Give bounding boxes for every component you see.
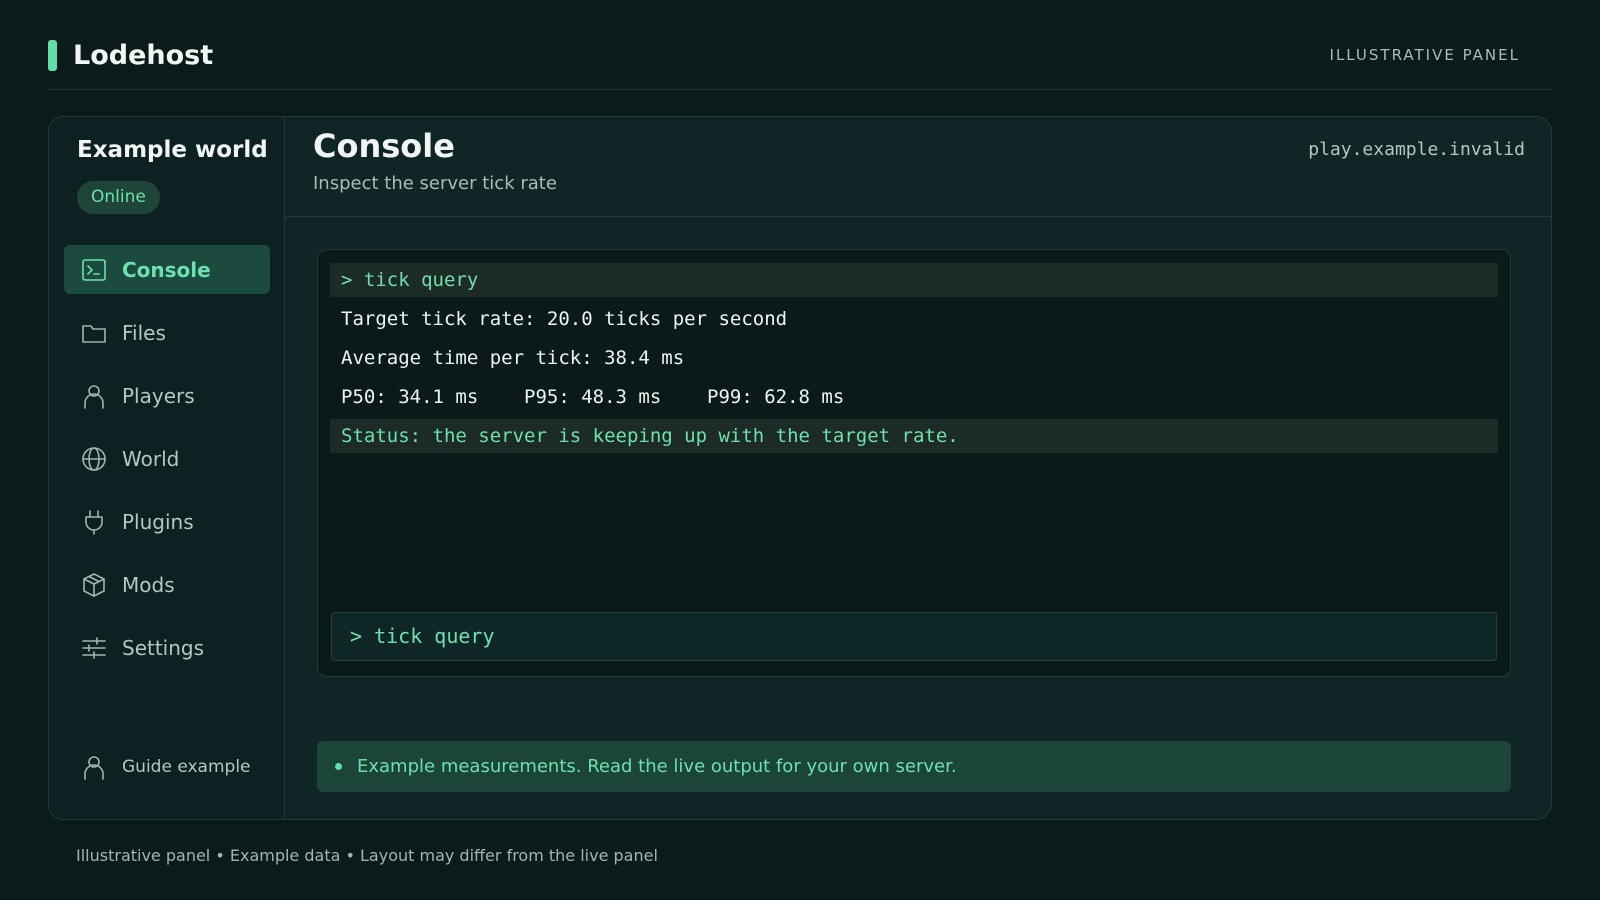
sidebar-item-world[interactable]: World — [64, 434, 270, 483]
sidebar-item-files[interactable]: Files — [64, 308, 270, 357]
status-badge: Online — [77, 181, 160, 214]
plug-icon — [80, 508, 108, 536]
console-line: Target tick rate: 20.0 ticks per second — [341, 308, 788, 330]
sidebar-item-label: Settings — [122, 635, 205, 660]
guide-label: Guide example — [122, 757, 251, 777]
world-name: Example world — [77, 137, 268, 163]
brand-name: Lodehost — [73, 39, 214, 71]
sidebar-item-mods[interactable]: Mods — [64, 560, 270, 609]
sidebar-nav: Console Files Players World Plugins Mods… — [64, 245, 270, 686]
brand-logo-mark — [48, 39, 57, 71]
sidebar-item-console[interactable]: Console — [64, 245, 270, 294]
server-address[interactable]: play.example.invalid — [1308, 139, 1525, 160]
top-bar: Lodehost ILLUSTRATIVE PANEL — [48, 36, 1552, 90]
console-command-input[interactable]: > tick query — [331, 612, 1497, 661]
globe-icon — [80, 445, 108, 473]
console-line-status: Status: the server is keeping up with th… — [330, 419, 1498, 453]
page-subtitle: Inspect the server tick rate — [313, 173, 557, 194]
console-line-command: > tick query — [330, 263, 1498, 297]
sidebar-item-label: Players — [122, 383, 195, 408]
sidebar-item-label: Mods — [122, 572, 175, 597]
info-notice: Example measurements. Read the live outp… — [317, 741, 1511, 792]
sidebar: Example world Online Console Files Playe… — [49, 117, 285, 819]
folder-icon — [80, 319, 108, 347]
sidebar-item-players[interactable]: Players — [64, 371, 270, 420]
terminal-icon — [80, 256, 108, 284]
brand[interactable]: Lodehost — [48, 36, 213, 74]
content-area: Console Inspect the server tick rate pla… — [285, 117, 1551, 819]
panel-tag: ILLUSTRATIVE PANEL — [1329, 46, 1520, 64]
sidebar-item-label: Plugins — [122, 509, 194, 534]
page-title: Console — [313, 127, 455, 165]
sidebar-item-settings[interactable]: Settings — [64, 623, 270, 672]
main-panel: Example world Online Console Files Playe… — [48, 116, 1552, 820]
footer-note: Illustrative panel • Example data • Layo… — [76, 846, 658, 865]
console-output[interactable]: > tick query Target tick rate: 20.0 tick… — [317, 249, 1511, 677]
user-icon — [80, 382, 108, 410]
sliders-icon — [80, 634, 108, 662]
sidebar-item-label: Console — [122, 257, 211, 282]
dot-icon — [335, 763, 342, 770]
sidebar-item-plugins[interactable]: Plugins — [64, 497, 270, 546]
guide-user[interactable]: Guide example — [80, 753, 251, 781]
console-line: Average time per tick: 38.4 ms — [341, 347, 685, 369]
content-header: Console Inspect the server tick rate pla… — [285, 117, 1551, 217]
sidebar-item-label: World — [122, 446, 180, 471]
console-line: P50: 34.1 ms P95: 48.3 ms P99: 62.8 ms — [341, 386, 845, 408]
sidebar-item-label: Files — [122, 320, 166, 345]
box-icon — [80, 571, 108, 599]
user-icon — [80, 753, 108, 781]
notice-text: Example measurements. Read the live outp… — [357, 756, 957, 777]
